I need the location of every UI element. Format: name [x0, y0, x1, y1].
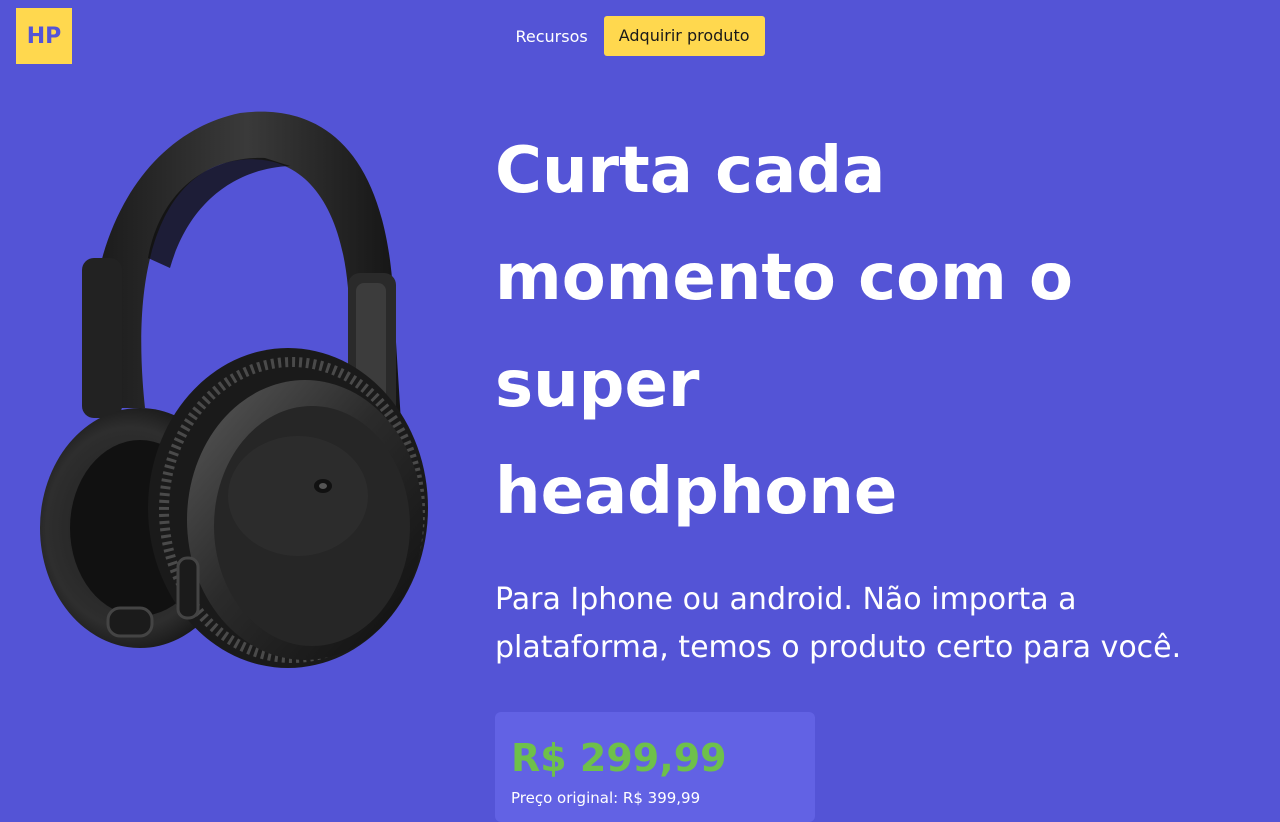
- hero-subtitle-line: Para Iphone ou android. Não importa a: [495, 582, 1077, 617]
- original-price: Preço original: R$ 399,99: [511, 789, 701, 807]
- hero-title: Curta cada momento com o super headphone: [495, 118, 1235, 546]
- hero-title-line: super: [495, 348, 700, 422]
- hero-title-line: Curta cada: [495, 134, 886, 208]
- buy-product-button[interactable]: Adquirir produto: [603, 16, 765, 56]
- hero-title-line: headphone: [495, 455, 898, 529]
- hero-subtitle: Para Iphone ou android. Não importa a pl…: [495, 576, 1255, 672]
- nav-link-resources[interactable]: Recursos: [516, 27, 588, 46]
- top-nav: Recursos Adquirir produto: [0, 16, 1280, 56]
- current-price: R$ 299,99: [511, 736, 727, 780]
- price-card: R$ 299,99 Preço original: R$ 399,99: [495, 712, 815, 822]
- hero-subtitle-line: plataforma, temos o produto certo para v…: [495, 630, 1182, 665]
- headphones-image: [30, 108, 430, 680]
- headphones-icon: [40, 111, 428, 668]
- hero-heading-block: Curta cada momento com o super headphone: [495, 118, 1235, 546]
- hero-title-line: momento com o: [495, 241, 1073, 315]
